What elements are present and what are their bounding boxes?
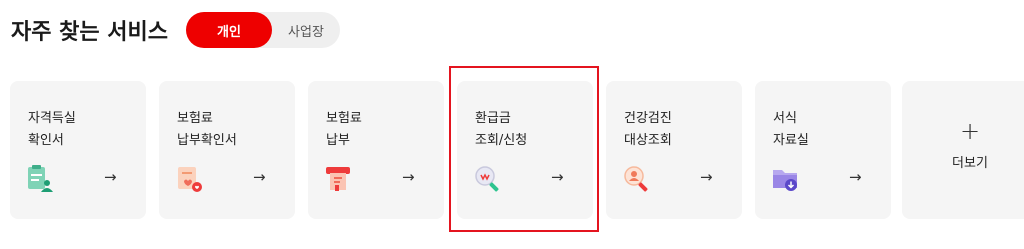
service-card-premium-payment[interactable]: 보험료 납부 → bbox=[308, 81, 444, 219]
card-label: 자격득실 확인서 bbox=[28, 111, 76, 148]
search-money-icon bbox=[475, 166, 499, 192]
card-label: 건강검진 대상조회 bbox=[624, 111, 672, 148]
more-label: 더보기 bbox=[952, 156, 988, 171]
card-label: 보험료 납부확인서 bbox=[177, 111, 237, 148]
service-card-form-library[interactable]: 서식 자료실 → bbox=[755, 81, 891, 219]
plus-icon: + bbox=[959, 117, 981, 145]
arrow-right-icon: → bbox=[253, 168, 266, 186]
user-type-toggle: 개인 사업장 bbox=[186, 12, 340, 48]
arrow-right-icon: → bbox=[402, 168, 415, 186]
document-heart-icon bbox=[178, 167, 202, 192]
arrow-right-icon: → bbox=[551, 168, 564, 186]
document-person-icon bbox=[28, 165, 53, 192]
search-person-icon bbox=[624, 166, 648, 192]
card-label: 서식 자료실 bbox=[773, 111, 809, 148]
section-header: 자주 찾는 서비스 개인 사업장 bbox=[11, 10, 340, 50]
service-card-payment-certificate[interactable]: 보험료 납부확인서 → bbox=[159, 81, 295, 219]
more-services-card[interactable]: + 더보기 bbox=[902, 81, 1024, 219]
tab-business[interactable]: 사업장 bbox=[272, 12, 340, 48]
tab-personal[interactable]: 개인 bbox=[186, 12, 272, 48]
arrow-right-icon: → bbox=[700, 168, 713, 186]
card-label: 보험료 납부 bbox=[326, 111, 362, 148]
card-label: 환급금 조회/신청 bbox=[475, 111, 528, 148]
service-card-qualification-certificate[interactable]: 자격득실 확인서 → bbox=[10, 81, 146, 219]
service-card-refund-inquiry[interactable]: 환급금 조회/신청 → bbox=[457, 81, 593, 219]
payment-machine-icon bbox=[326, 167, 350, 191]
arrow-right-icon: → bbox=[849, 168, 862, 186]
arrow-right-icon: → bbox=[104, 168, 117, 186]
service-card-list: 자격득실 확인서 → 보험료 납부확인서 → 보험료 납부 → 환급금 조회/신… bbox=[10, 81, 1024, 219]
section-title: 자주 찾는 서비스 bbox=[11, 20, 168, 45]
service-card-health-checkup[interactable]: 건강검진 대상조회 → bbox=[606, 81, 742, 219]
folder-download-icon bbox=[773, 170, 797, 191]
